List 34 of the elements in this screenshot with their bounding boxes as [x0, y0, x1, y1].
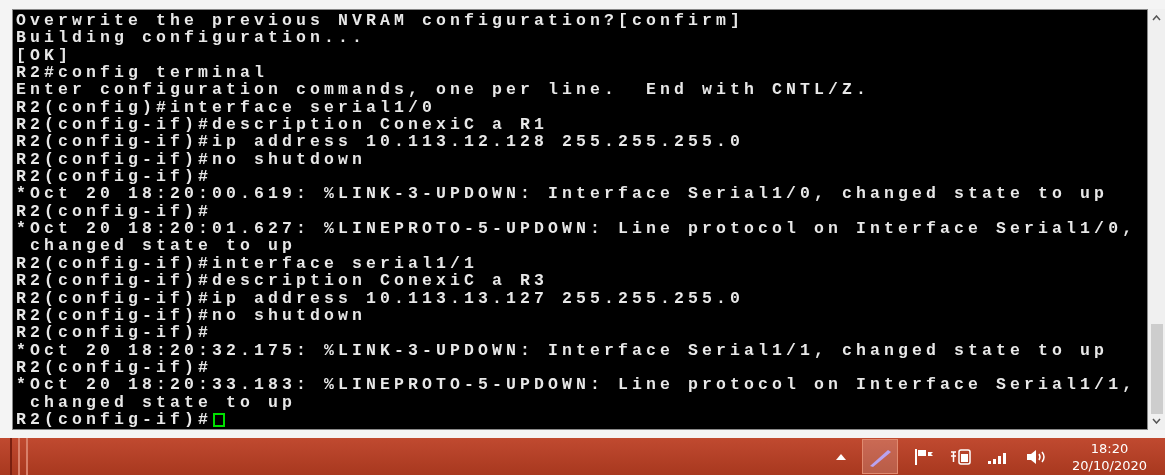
terminal-line: R2(config-if)#description ConexiC a R1: [16, 116, 549, 134]
flag-icon[interactable]: [914, 448, 935, 465]
terminal-line: R2(config-if)#interface serial1/1: [16, 254, 479, 273]
terminal-line: R2(config-if)#: [16, 410, 213, 429]
terminal-line: Building configuration...: [16, 29, 367, 47]
terminal-line: [OK]: [16, 46, 72, 65]
terminal-line: *Oct 20 18:20:00.619: %LINK-3-UPDOWN: Interface Serial1/0, changed state to up: [16, 185, 1109, 203]
terminal-line: R2(config-if)#ip address 10.113.13.127 255.255.255.0: [16, 289, 745, 307]
terminal-line: R2(config-if)#: [16, 324, 213, 342]
terminal-line: R2(config-if)#no shutdown: [16, 306, 367, 325]
scroll-up-icon[interactable]: [1152, 15, 1161, 21]
terminal-line: R2#config terminal: [16, 64, 269, 82]
scrollbar[interactable]: [1148, 9, 1165, 430]
terminal-line: *Oct 20 18:20:32.175: %LINK-3-UPDOWN: Interface Serial1/1, changed state to up: [16, 341, 1109, 359]
terminal-line: R2(config-if)#ip address 10.113.12.128 255.255.255.0: [16, 133, 745, 151]
terminal-line: R2(config-if)#description ConexiC a R3: [16, 272, 549, 290]
terminal-line: *Oct 20 18:20:01.627: %LINEPROTO-5-UPDOWN: Line protocol on Interface Serial1/0,: [16, 220, 1137, 238]
terminal-line: changed state to up: [29, 237, 297, 255]
clock-time: 18:20: [1090, 439, 1129, 457]
terminal-line: R2(config-if)#: [16, 202, 213, 221]
terminal-line: changed state to up: [29, 393, 297, 411]
text-cursor: [213, 412, 226, 427]
scrollbar-thumb[interactable]: [1150, 324, 1163, 414]
terminal-line: Enter configuration commands, one per line. End with CNTL/Z.: [16, 81, 871, 99]
terminal-line: R2(config)#interface serial1/0: [16, 98, 437, 117]
terminal-line: R2(config-if)#no shutdown: [16, 150, 367, 169]
terminal-line: Overwrite the previous NVRAM configuration?[confirm]: [16, 12, 745, 30]
clock-date: 20/10/2020: [1072, 456, 1147, 474]
terminal-line: *Oct 20 18:20:33.183: %LINEPROTO-5-UPDOWN: Line protocol on Interface Serial1/1,: [16, 376, 1137, 394]
taskbar-clock[interactable]: 18:20 20/10/2020: [1072, 439, 1147, 474]
terminal-line: R2(config-if)#: [16, 358, 213, 377]
terminal-line: R2(config-if)#: [16, 168, 213, 186]
show-hidden-icons-icon[interactable]: [836, 453, 847, 460]
scroll-down-icon[interactable]: [1152, 418, 1161, 424]
